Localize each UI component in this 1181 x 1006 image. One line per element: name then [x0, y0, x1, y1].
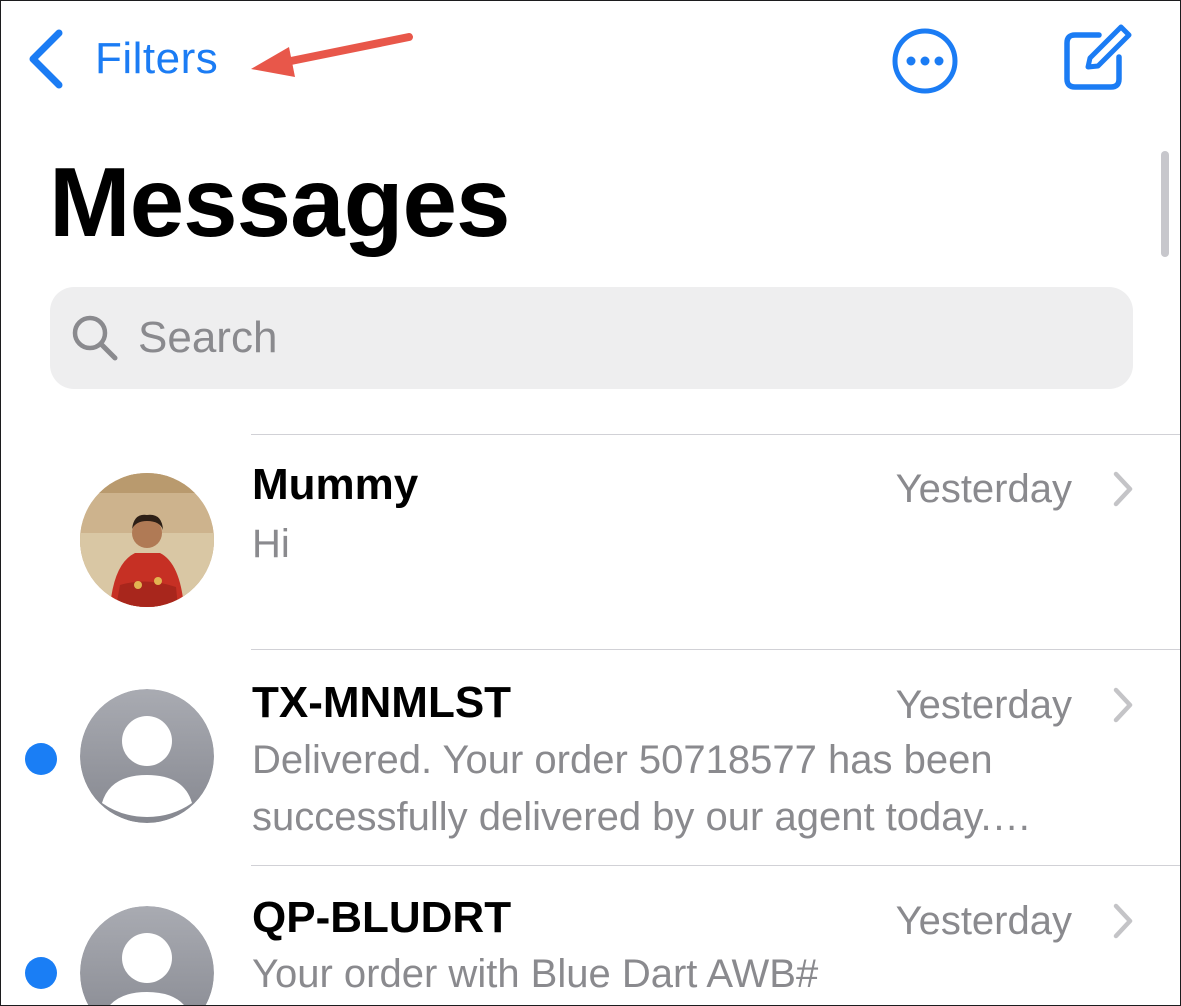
- conversation-row-qp-bludrt[interactable]: QP-BLUDRT Yesterday Your order with Blue…: [1, 866, 1180, 1005]
- conversation-row-mummy[interactable]: Mummy Yesterday Hi: [1, 435, 1180, 649]
- contact-name: TX-MNMLST: [252, 678, 512, 727]
- generic-person-icon: [80, 906, 214, 1005]
- contact-name: Mummy: [252, 460, 419, 509]
- compose-icon: [1064, 24, 1132, 90]
- message-preview: Hi: [252, 522, 290, 566]
- compose-button[interactable]: [1061, 23, 1133, 93]
- search-input[interactable]: [136, 297, 1040, 379]
- contact-photo: [80, 473, 214, 607]
- back-button-label: Filters: [95, 34, 219, 83]
- message-time: Yesterday: [895, 467, 1072, 511]
- back-button[interactable]: Filters: [23, 23, 218, 95]
- search-bar[interactable]: [50, 287, 1133, 389]
- chevron-right-icon: [1113, 687, 1133, 723]
- chevron-right-icon: [1113, 903, 1133, 939]
- messages-screen: Filters Messages Search Mummy Yesterday …: [0, 0, 1181, 1006]
- unread-indicator: [25, 957, 57, 989]
- message-time: Yesterday: [895, 683, 1072, 727]
- contact-avatar: [80, 689, 214, 823]
- magnifying-glass-icon: [72, 315, 118, 361]
- more-options-button[interactable]: [890, 26, 960, 96]
- contact-name: QP-BLUDRT: [252, 893, 512, 942]
- chevron-left-icon: [29, 29, 63, 89]
- annotation-arrow-icon: [251, 33, 413, 77]
- scroll-indicator[interactable]: [1161, 151, 1169, 257]
- generic-person-icon: [80, 689, 214, 823]
- ellipsis-circle-icon: [892, 28, 958, 94]
- message-preview: Delivered. Your order 50718577 has been …: [252, 738, 993, 839]
- message-time: Yesterday: [895, 899, 1072, 943]
- contact-avatar: [80, 906, 214, 1005]
- chevron-right-icon: [1113, 471, 1133, 507]
- message-preview: Your order with Blue Dart AWB#: [252, 952, 819, 996]
- conversation-row-tx-mnmlst[interactable]: TX-MNMLST Yesterday Delivered. Your orde…: [1, 650, 1180, 864]
- contact-photo-avatar: [80, 473, 214, 607]
- page-title: Messages: [49, 147, 511, 257]
- unread-indicator: [25, 743, 57, 775]
